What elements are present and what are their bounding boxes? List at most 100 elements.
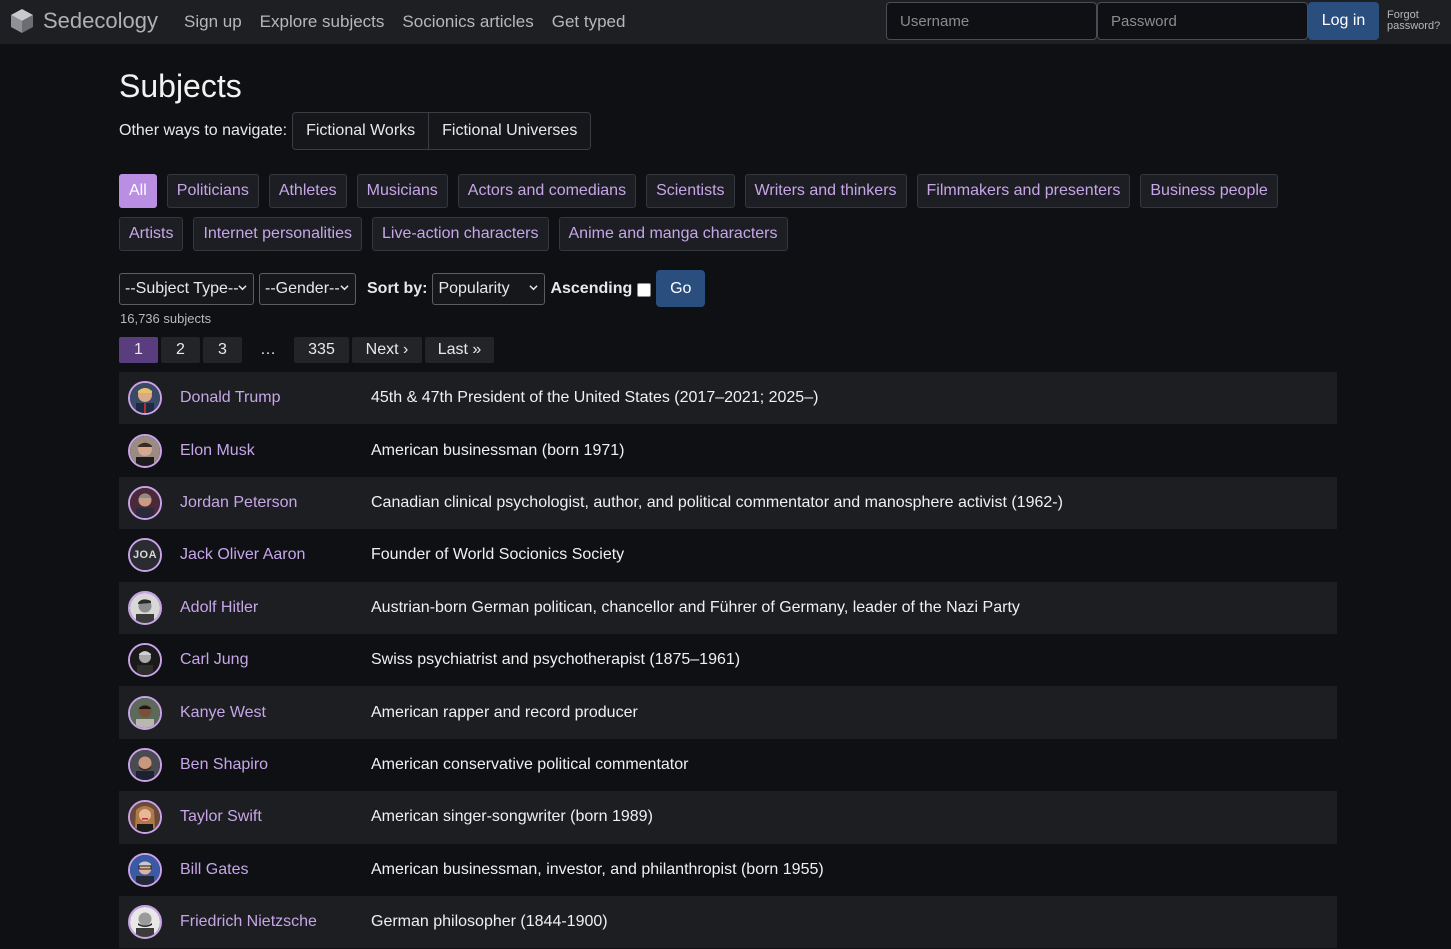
- subject-description: American singer-songwriter (born 1989): [371, 808, 653, 826]
- category-musicians[interactable]: Musicians: [356, 174, 448, 208]
- table-row: Carl Jung Swiss psychiatrist and psychot…: [119, 633, 1337, 687]
- avatar[interactable]: [128, 590, 162, 625]
- subject-count: 16,736 subjects: [120, 311, 212, 326]
- page-last[interactable]: Last »: [425, 337, 494, 363]
- go-button[interactable]: Go: [656, 270, 706, 307]
- subject-description: American conservative political commenta…: [371, 755, 689, 773]
- subject-name-link[interactable]: Taylor Swift: [180, 808, 262, 826]
- chevron-down-icon: [340, 284, 349, 290]
- ascending-checkbox[interactable]: [637, 282, 652, 297]
- chevron-down-icon: [238, 284, 247, 290]
- category-live-action-characters[interactable]: Live-action characters: [371, 217, 549, 251]
- category-business-people[interactable]: Business people: [1140, 174, 1278, 208]
- subject-description: Swiss psychiatrist and psychotherapist (…: [371, 651, 741, 669]
- subject-name-link[interactable]: Jordan Peterson: [180, 494, 297, 512]
- subject-description: German philosopher (1844-1900): [371, 913, 608, 931]
- gender-value: --Gender--: [265, 279, 340, 297]
- table-row: JOA Jack Oliver Aaron Founder of World S…: [119, 529, 1337, 582]
- chevron-down-icon: [529, 284, 539, 290]
- table-row: Taylor Swift American singer-songwriter …: [119, 791, 1337, 844]
- subject-type-value: --Subject Type--: [125, 279, 239, 297]
- password-input[interactable]: [1097, 2, 1308, 40]
- page-title: Subjects: [119, 68, 242, 104]
- avatar[interactable]: [128, 485, 162, 520]
- avatar[interactable]: [128, 747, 162, 782]
- subject-description: 45th & 47th President of the United Stat…: [371, 389, 819, 407]
- avatar[interactable]: [128, 852, 162, 887]
- subject-name-link[interactable]: Bill Gates: [180, 861, 248, 879]
- brand-name[interactable]: Sedecology: [43, 8, 158, 34]
- subject-description: Austrian-born German politican, chancell…: [371, 598, 1020, 616]
- table-row: Friedrich Nietzsche German philosopher (…: [119, 895, 1337, 949]
- avatar[interactable]: [128, 695, 162, 730]
- subject-description: Founder of World Socionics Society: [371, 546, 625, 564]
- cube-logo-icon: [11, 9, 33, 33]
- other-navigation-label: Other ways to navigate:: [119, 122, 288, 139]
- nav-link-socionics-articles[interactable]: Socionics articles: [402, 12, 533, 32]
- sort-by-label: Sort by:: [367, 279, 428, 297]
- subject-name-link[interactable]: Ben Shapiro: [180, 756, 268, 774]
- subject-description: American businessman, investor, and phil…: [371, 860, 824, 878]
- sort-by-select[interactable]: Popularity: [432, 272, 546, 305]
- page-1[interactable]: 1: [119, 337, 158, 363]
- avatar[interactable]: [128, 905, 162, 940]
- other-navigation: Other ways to navigate: Fictional Works …: [119, 112, 592, 150]
- brand[interactable]: Sedecology: [10, 7, 158, 35]
- forgot-line-2: password?: [1387, 20, 1441, 32]
- table-row: Donald Trump 45th & 47th President of th…: [119, 372, 1337, 425]
- nav-link-sign-up[interactable]: Sign up: [184, 12, 242, 32]
- category-actors-and-comedians[interactable]: Actors and comedians: [457, 174, 637, 208]
- fictional-universes-button[interactable]: Fictional Universes: [428, 113, 591, 149]
- subject-name-link[interactable]: Elon Musk: [180, 442, 255, 460]
- avatar[interactable]: [128, 643, 162, 678]
- subject-name-link[interactable]: Carl Jung: [180, 651, 248, 669]
- subject-type-select[interactable]: --Subject Type--: [119, 272, 254, 305]
- subject-name-link[interactable]: Jack Oliver Aaron: [180, 546, 305, 564]
- category-writers-and-thinkers[interactable]: Writers and thinkers: [744, 174, 907, 208]
- filter-bar: --Subject Type-- --Gender-- Sort by: Pop…: [119, 270, 706, 307]
- avatar[interactable]: [128, 381, 162, 416]
- table-row: Bill Gates American businessman, investo…: [119, 843, 1337, 896]
- nav-link-explore-subjects[interactable]: Explore subjects: [260, 12, 385, 32]
- page-335[interactable]: 335: [294, 337, 349, 363]
- table-row: Adolf Hitler Austrian-born German politi…: [119, 581, 1337, 634]
- subject-name-link[interactable]: Donald Trump: [180, 389, 281, 407]
- category-athletes[interactable]: Athletes: [268, 174, 347, 208]
- nav-link-get-typed[interactable]: Get typed: [552, 12, 626, 32]
- category-anime-and-manga-characters[interactable]: Anime and manga characters: [558, 217, 788, 251]
- page-3[interactable]: 3: [203, 337, 242, 363]
- subject-name-link[interactable]: Friedrich Nietzsche: [180, 913, 317, 931]
- table-row: Ben Shapiro American conservative politi…: [119, 738, 1337, 792]
- forgot-password-link[interactable]: Forgot password?: [1387, 10, 1447, 32]
- top-navbar: Sedecology Sign up Explore subjects Soci…: [0, 0, 1451, 44]
- sort-by-value: Popularity: [438, 279, 510, 297]
- ascending-label: Ascending: [550, 279, 633, 297]
- nav-links: Sign up Explore subjects Socionics artic…: [184, 12, 625, 32]
- category-internet-personalities[interactable]: Internet personalities: [193, 217, 362, 251]
- avatar-initials: JOA: [130, 540, 160, 571]
- category-artists[interactable]: Artists: [119, 217, 184, 251]
- category-filmmakers-and-presenters[interactable]: Filmmakers and presenters: [916, 174, 1131, 208]
- subject-description: American rapper and record producer: [371, 703, 638, 721]
- pagination: 1 2 3 … 335 Next › Last »: [119, 337, 494, 363]
- page-2[interactable]: 2: [161, 337, 200, 363]
- avatar[interactable]: [128, 433, 162, 468]
- avatar[interactable]: JOA: [128, 538, 162, 573]
- fictional-works-button[interactable]: Fictional Works: [293, 113, 429, 149]
- category-scientists[interactable]: Scientists: [646, 174, 735, 208]
- subject-description: Canadian clinical psychologist, author, …: [371, 493, 1063, 511]
- login-button[interactable]: Log in: [1308, 2, 1379, 40]
- gender-select[interactable]: --Gender--: [259, 272, 356, 305]
- category-all[interactable]: All: [119, 174, 157, 208]
- subject-name-link[interactable]: Adolf Hitler: [180, 599, 258, 617]
- login-form: Log in Forgot password?: [886, 2, 1447, 40]
- subject-name-link[interactable]: Kanye West: [180, 704, 266, 722]
- subject-description: American businessman (born 1971): [371, 441, 625, 459]
- other-navigation-buttons: Fictional Works Fictional Universes: [292, 112, 592, 150]
- table-row: Elon Musk American businessman (born 197…: [119, 424, 1337, 477]
- page-next[interactable]: Next ›: [352, 337, 422, 363]
- username-input[interactable]: [886, 2, 1097, 40]
- subjects-table: Donald Trump 45th & 47th President of th…: [119, 372, 1337, 949]
- avatar[interactable]: [128, 800, 162, 835]
- category-politicians[interactable]: Politicians: [166, 174, 259, 208]
